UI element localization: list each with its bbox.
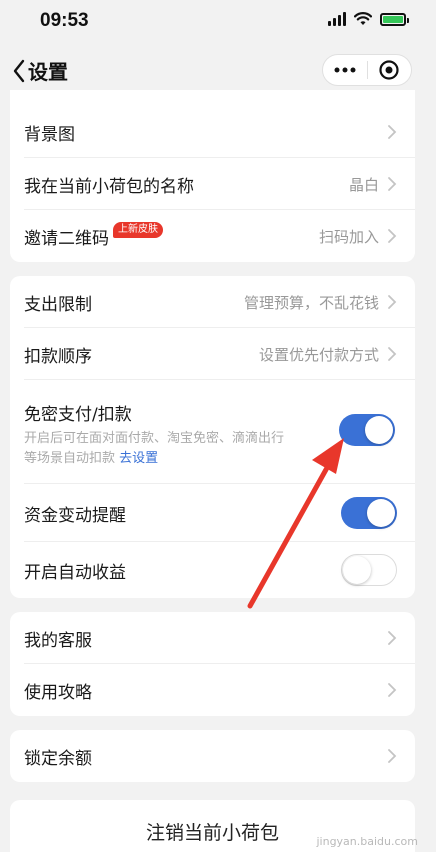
auto-income-toggle[interactable] [341,554,397,586]
row-value: 设置优先付款方式 [258,345,379,364]
row-value: 扫码加入 [318,227,379,246]
more-dots-icon [334,67,356,73]
watermark-text: jingyan.baidu.com [316,835,418,848]
chevron-right-icon [388,749,397,763]
row-value: 晶白 [348,175,379,194]
chevron-right-icon [388,295,397,309]
password-free-text: 免密支付/扣款 开启后可在面对面付款、淘宝免密、滴滴出行 等场景自动扣款 去设置 [24,400,284,469]
fund-alert-toggle[interactable] [341,497,397,529]
row-label: 扣款顺序 [24,346,92,367]
mini-program-capsule [322,54,412,86]
chevron-right-icon [388,631,397,645]
row-password-free-pay: 免密支付/扣款 开启后可在面对面付款、淘宝免密、滴滴出行 等场景自动扣款 去设置 [10,380,415,484]
status-bar: 09:53 [0,0,436,42]
row-auto-income: 开启自动收益 [10,542,415,598]
chevron-left-icon [13,59,25,82]
close-mini-program-button[interactable] [368,55,412,85]
row-label: 开启自动收益 [24,562,126,583]
watermark: jingyan.baidu.com [316,835,418,848]
target-circle-icon [379,60,399,80]
settings-group-payment: 支出限制 管理预算，不乱花钱 扣款顺序 设置优先付款方式 免密支付/扣款 开启后… [10,276,415,598]
toggle-knob [365,416,393,444]
cellular-signal-icon [328,12,346,26]
row-deduct-order[interactable]: 扣款顺序 设置优先付款方式 [10,328,415,380]
page-title: 设置 [28,60,68,84]
row-my-nickname[interactable]: 我在当前小荷包的名称 晶白 [10,158,415,210]
row-label: 我的客服 [24,630,92,651]
row-label: 背景图 [24,124,75,145]
row-label: 邀请二维码 [24,228,109,249]
settings-group-help: 我的客服 使用攻略 [10,612,415,716]
status-icons [328,12,409,26]
row-label: 资金变动提醒 [24,505,126,526]
row-invite-qrcode[interactable]: 邀请二维码 上新皮肤 扫码加入 [10,210,415,262]
settings-group-personal: 背景图 我在当前小荷包的名称 晶白 邀请二维码 上新皮肤 扫码加入 [10,90,415,262]
wifi-icon [354,12,372,25]
toggle-knob [367,499,395,527]
description-line: 开启后可在面对面付款、淘宝免密、滴滴出行 [24,431,285,446]
row-spend-limit[interactable]: 支出限制 管理预算，不乱花钱 [10,276,415,328]
row-value: 管理预算，不乱花钱 [243,293,379,312]
row-lock-balance[interactable]: 锁定余额 [10,730,415,782]
settings-group-lock: 锁定余额 [10,730,415,782]
row-label: 使用攻略 [24,682,92,703]
row-customer-service[interactable]: 我的客服 [10,612,415,664]
go-settings-link[interactable]: 去设置 [119,451,158,466]
chevron-right-icon [388,125,397,139]
battery-icon [380,12,409,26]
row-label: 免密支付/扣款 [24,405,132,425]
chevron-right-icon [388,229,397,243]
chevron-right-icon [388,347,397,361]
row-background-image[interactable]: 背景图 [10,106,415,158]
chevron-right-icon [388,177,397,191]
back-button[interactable]: 设置 [12,56,68,85]
new-skin-badge: 上新皮肤 [113,222,163,238]
row-description: 开启后可在面对面付款、淘宝免密、滴滴出行 等场景自动扣款 去设置 [24,429,284,469]
logout-button[interactable]: 注销当前小荷包 [146,818,279,852]
more-button[interactable] [323,55,367,85]
chevron-right-icon [388,683,397,697]
row-label: 我在当前小荷包的名称 [24,176,194,197]
toggle-knob [343,556,371,584]
row-label: 支出限制 [24,294,92,315]
status-time: 09:53 [40,10,89,31]
description-line: 等场景自动扣款 [24,451,116,466]
row-user-guide[interactable]: 使用攻略 [10,664,415,716]
row-label: 锁定余额 [24,748,92,769]
row-fund-alert: 资金变动提醒 [10,484,415,542]
password-free-toggle[interactable] [339,414,395,446]
